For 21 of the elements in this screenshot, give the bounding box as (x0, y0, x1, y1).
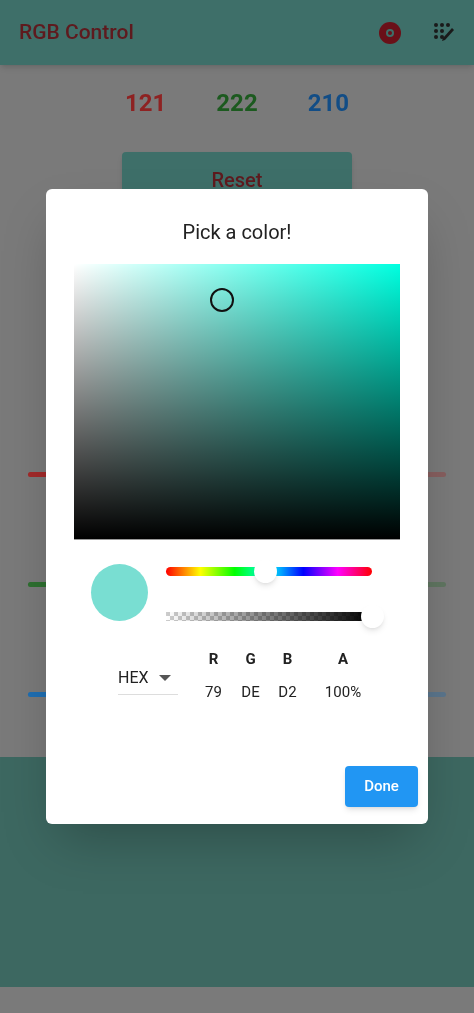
saturation-value-area[interactable] (74, 264, 400, 540)
color-palette-pen-icon[interactable] (433, 21, 455, 44)
channel-value: 121 (125, 88, 167, 119)
channel-label: A (337, 649, 349, 670)
channel-value-field[interactable]: 79 (205, 680, 222, 703)
app-title: RGB Control (19, 18, 135, 46)
channel-value-field[interactable]: D2 (278, 680, 297, 703)
dialog-title: Pick a color! (181, 219, 293, 245)
dropdown-caret-icon (158, 674, 171, 681)
color-preview (91, 564, 148, 621)
channel-label: R (208, 649, 219, 670)
channel-label: B (282, 649, 293, 670)
channel-value-field[interactable]: 100% (324, 680, 362, 703)
alpha-slider-thumb[interactable] (361, 605, 384, 628)
channel-value: 222 (216, 88, 258, 119)
hue-slider-thumb[interactable] (253, 560, 277, 583)
format-dropdown[interactable]: HEX (118, 661, 178, 695)
color-cursor[interactable] (210, 287, 235, 312)
channel-value: 210 (307, 88, 349, 119)
channel-label: G (245, 649, 256, 670)
channel-value-field[interactable]: DE (241, 680, 260, 703)
